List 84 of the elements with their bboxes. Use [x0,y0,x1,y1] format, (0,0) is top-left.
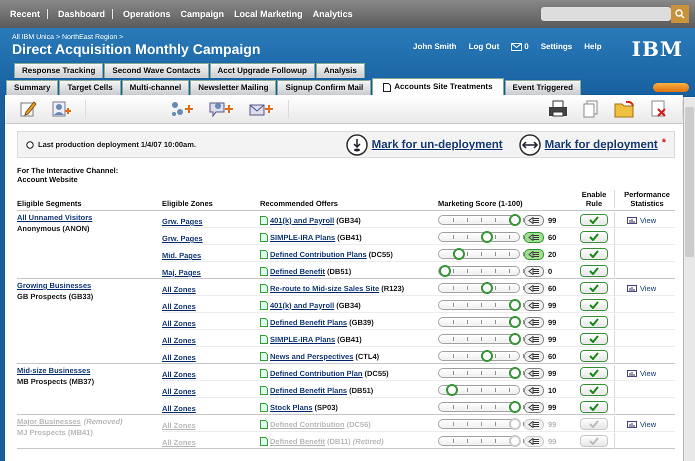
panel-toggle-button[interactable] [653,83,689,92]
override-button[interactable] [524,232,544,242]
nav-link[interactable]: Campaign [180,9,224,19]
list-arrow-icon [528,302,540,308]
list-arrow-icon [528,404,540,410]
nav-link[interactable]: Local Marketing [234,9,303,19]
enable-checkbox[interactable] [580,231,608,243]
enable-checkbox[interactable] [580,333,608,345]
tab[interactable]: Multi-channel [122,80,190,95]
enable-checkbox[interactable] [580,265,608,277]
list-arrow-icon [528,370,540,376]
add-nodes-icon[interactable] [170,100,194,118]
header-link[interactable]: Help [584,42,602,51]
header-link[interactable]: Log Out [468,42,500,51]
delete-icon[interactable] [650,100,668,118]
deploy-icon[interactable] [518,134,541,156]
enable-checkbox[interactable] [580,384,608,396]
override-button[interactable] [524,248,544,260]
enable-checkbox[interactable] [580,282,608,294]
tab[interactable]: Analysis [316,63,365,78]
document-icon [383,82,392,92]
override-button[interactable] [524,402,544,412]
undeploy-icon[interactable] [346,134,368,156]
override-button[interactable] [524,300,544,310]
add-comment-icon[interactable] [208,100,234,118]
copy-icon[interactable] [582,100,600,118]
list-arrow-icon [528,352,540,360]
override-button[interactable] [524,384,544,396]
search-field[interactable] [541,7,671,21]
status-circle-icon [26,140,34,148]
enable-checkbox[interactable] [580,367,608,379]
nav-link[interactable]: Recent [10,9,48,19]
tab[interactable]: Event Triggered [504,80,581,95]
chart-icon [627,216,637,224]
override-button[interactable] [524,334,544,344]
tab[interactable]: Acct Upgrade Followup [210,63,315,78]
override-button[interactable] [524,368,544,378]
tab[interactable]: Accounts Site Treatments [372,78,504,95]
undeploy-link[interactable]: Mark for un-deployment [372,138,503,150]
list-arrow-icon [528,234,540,240]
chart-icon [627,284,637,292]
nav-link[interactable]: Analytics [312,9,353,19]
user-name: John Smith [413,42,457,51]
list-arrow-icon [528,336,540,342]
list-arrow-icon [528,438,540,444]
enable-checkbox[interactable] [580,350,608,362]
enable-checkbox[interactable] [580,401,608,413]
tab[interactable]: Second Wave Contacts [104,63,209,78]
search-icon[interactable] [671,5,689,23]
override-button[interactable] [524,350,544,362]
logo: IBM [632,37,683,61]
enable-checkbox[interactable] [580,214,608,226]
chart-icon [627,420,637,428]
list-arrow-icon [528,318,540,326]
list-arrow-icon [528,268,540,274]
override-button[interactable] [524,316,544,328]
chart-icon [627,370,637,376]
list-arrow-icon [528,386,540,394]
tab[interactable]: Response Tracking [14,63,104,78]
deploy-link[interactable]: Mark for deployment [544,138,658,150]
nav-link[interactable]: Dashboard [58,9,114,19]
print-icon[interactable] [548,100,568,118]
list-arrow-icon [528,250,540,258]
override-button[interactable] [524,282,544,294]
override-button[interactable] [524,266,544,276]
tab[interactable]: Target Cells [59,80,121,95]
tab[interactable]: Summary [6,80,58,95]
override-button[interactable] [524,214,544,226]
scrollbar[interactable] [683,97,695,461]
header-link[interactable]: Settings [540,42,572,51]
list-arrow-icon [528,216,540,224]
nav-link[interactable]: Operations [123,9,171,19]
tab[interactable]: Signup Confirm Mail [277,80,372,95]
list-arrow-icon [528,420,540,428]
add-user-icon[interactable] [51,100,71,118]
enable-checkbox[interactable] [580,248,608,260]
folder-icon[interactable] [614,100,636,118]
enable-checkbox[interactable] [580,316,608,328]
tab[interactable]: Newsletter Mailing [190,80,276,95]
edit-icon[interactable] [19,100,37,118]
required-mark: * [662,137,666,149]
campaign-title: Direct Acquisition Monthly Campaign [12,41,262,57]
list-arrow-icon [528,284,540,292]
enable-checkbox[interactable] [580,299,608,311]
